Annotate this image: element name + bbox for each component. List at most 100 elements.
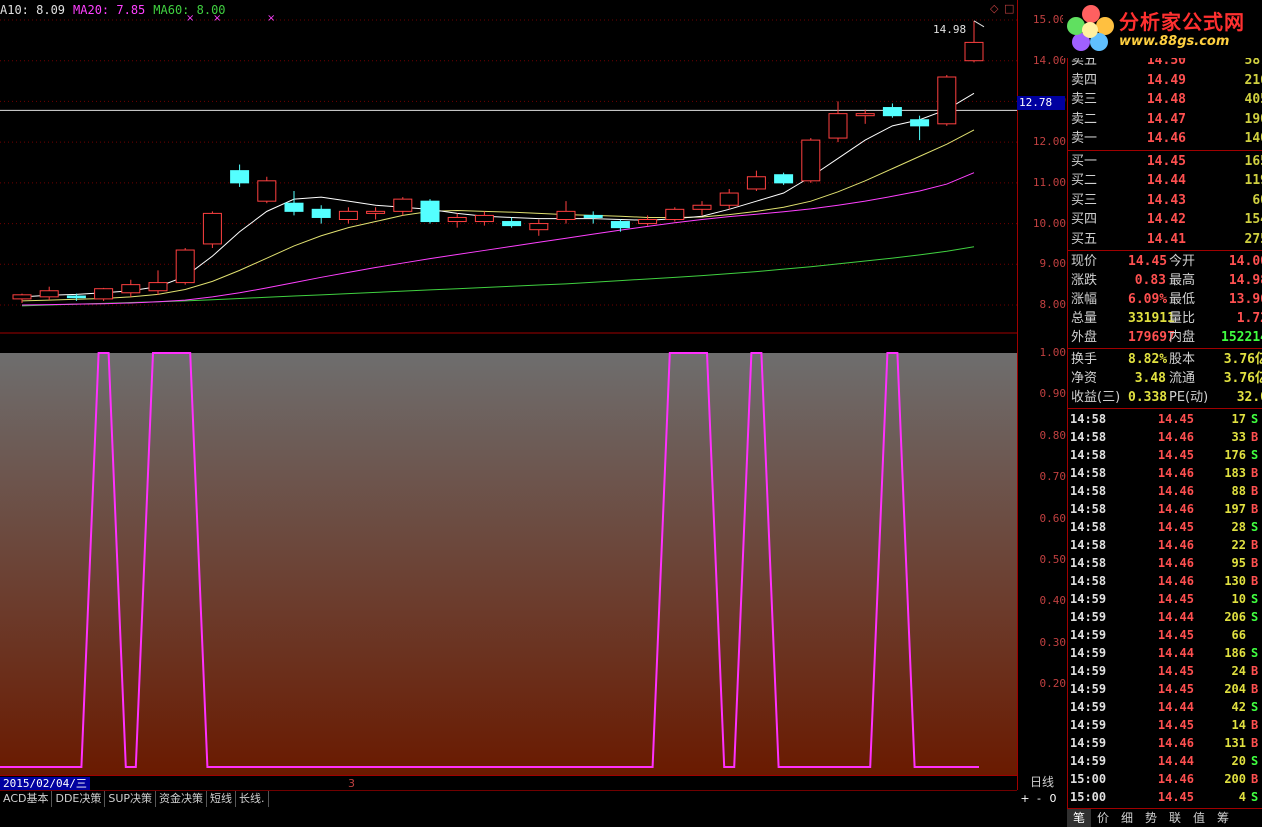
tick-time: 14:58 [1070,520,1107,534]
panel-tab[interactable]: 势 [1139,809,1163,827]
price-tick-label: 11.00 [1032,175,1066,189]
formula-tab[interactable]: 资金决策 [156,791,208,807]
tick-row: 14:58 14.45 176 S [1068,446,1262,464]
tick-row: 14:58 14.46 183 B [1068,464,1262,482]
price-tick-label: 9.00 [1039,257,1067,271]
tick-volume: 200 [1224,772,1246,786]
tick-row: 14:58 14.46 130 B [1068,572,1262,590]
tick-price: 14.44 [1157,646,1194,660]
candle-body [583,214,603,218]
formula-tab[interactable]: 长线. [236,791,269,807]
tick-volume: 176 [1224,448,1246,462]
tick-price: 14.44 [1157,610,1194,624]
tick-side: S [1251,754,1259,768]
bid-row: 买一 14.45 165 [1068,152,1262,171]
quote-value: 179697 [1128,330,1175,345]
diamond-icon[interactable]: ◇ [990,2,998,15]
tick-row: 15:00 14.46 200 B [1068,770,1262,788]
quote-label: 涨幅 [1071,292,1098,307]
tick-price: 14.45 [1157,520,1194,534]
candle-body [855,113,875,117]
tick-time: 14:58 [1070,448,1107,462]
tick-side: B [1251,556,1259,570]
tick-price: 14.45 [1157,628,1194,642]
tick-price: 14.44 [1157,700,1194,714]
panel-tab[interactable]: 笔 [1067,809,1091,827]
tick-side: S [1251,448,1259,462]
tick-time: 14:59 [1070,628,1107,642]
tick-side: S [1251,700,1259,714]
tick-side: B [1251,574,1259,588]
panel-tab[interactable]: 价 [1091,809,1115,827]
ma-legend-item: A10: 8.09 [0,3,66,17]
tick-time: 14:59 [1070,736,1107,750]
quote-label: 外盘 [1071,330,1098,345]
divider [1068,348,1262,349]
period-label[interactable]: 日线 [1018,775,1066,790]
tick-time: 14:58 [1070,556,1107,570]
tick-price: 14.46 [1157,502,1194,516]
indicator-tick-label: 1.00 [1039,346,1067,359]
quote-label: 内盘 [1169,330,1196,345]
quote-value: 6.09% [1128,292,1168,307]
tick-price: 14.45 [1157,664,1194,678]
panel-tab[interactable]: 筹 [1211,809,1235,827]
quote-value: 14.45 [1128,254,1168,269]
tick-price: 14.45 [1157,412,1194,426]
candle-body [610,221,630,229]
tick-volume: 22 [1231,538,1246,552]
book-price: 14.42 [1146,212,1186,227]
panel-tab[interactable]: 细 [1115,809,1139,827]
candle-body [202,212,222,245]
tick-time: 14:59 [1070,700,1107,714]
tick-row: 14:59 14.44 20 S [1068,752,1262,770]
tick-row: 14:58 14.46 22 B [1068,536,1262,554]
candle-body [692,204,712,210]
kline-chart[interactable]: × × × [0,0,1017,775]
quote-value: 3.76亿 [1223,371,1262,386]
logo-url: www.88gs.com [1119,34,1230,49]
tick-price: 14.44 [1157,754,1194,768]
candle-body [964,41,984,62]
candle-body [638,219,658,225]
panel-tab[interactable]: 值 [1187,809,1211,827]
book-label: 卖一 [1071,131,1098,146]
tick-volume: 183 [1224,466,1246,480]
formula-tab[interactable]: 短线 [207,791,237,807]
close-icon[interactable]: □ [1004,2,1014,15]
quote-label: 量比 [1169,311,1196,326]
tick-volume: 88 [1231,484,1246,498]
tick-side: S [1251,412,1259,426]
ma-legend-item: MA60: 8.00 [153,3,226,17]
bid-row: 买五 14.41 275 [1068,230,1262,249]
zoom-button[interactable]: - [1032,792,1046,805]
formula-tab[interactable]: ACD基本 [0,791,53,807]
book-price: 14.49 [1146,72,1186,88]
candle-body [529,223,549,231]
tick-price: 14.46 [1157,736,1194,750]
tick-row: 14:59 14.44 42 S [1068,698,1262,716]
tick-time: 14:58 [1070,538,1107,552]
indicator-tick-label: 0.40 [1039,594,1067,608]
candle-body [338,210,358,221]
tick-time: 14:59 [1070,754,1107,768]
tick-row: 14:59 14.45 66 [1068,626,1262,644]
quote-value: 14.00 [1228,254,1262,269]
panel-tab[interactable]: 联 [1163,809,1187,827]
panel-tab-bar: 笔价细势联值筹 [1067,808,1262,827]
quote-value: 14.98 [1228,273,1262,288]
book-price: 14.44 [1146,173,1186,188]
candle-body [175,249,195,284]
tick-row: 14:59 14.45 204 B [1068,680,1262,698]
zoom-button[interactable]: + [1018,792,1032,805]
price-tick-label: 15.00 [1032,13,1066,26]
tick-price: 14.45 [1157,790,1194,804]
tick-volume: 10 [1231,592,1246,606]
quote-row: 外盘 179697内盘 152214 [1068,328,1262,347]
formula-tab[interactable]: DDE决策 [52,791,106,807]
ask-row: 卖四 14.49 216 [1068,71,1262,90]
bid-row: 买三 14.43 60 [1068,191,1262,210]
zoom-button[interactable]: 0 [1046,792,1060,805]
formula-tab[interactable]: SUP决策 [105,791,157,807]
zoom-controls: + -0 [1018,792,1066,808]
